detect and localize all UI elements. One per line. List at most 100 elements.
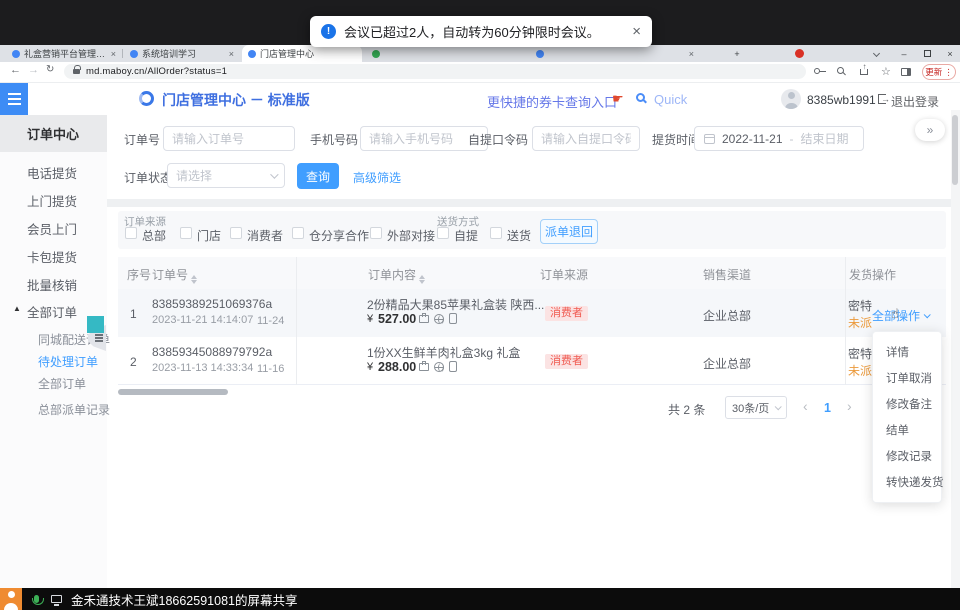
menu-item-edit-remark[interactable]: 修改备注 (873, 391, 941, 417)
sidebar-item-hq-dispatch-records[interactable]: 总部派单记录 (38, 401, 110, 418)
all-actions-dropdown[interactable]: 全部操作 (872, 307, 929, 324)
date-range-picker[interactable]: 2022-11-21 - 结束日期 (694, 126, 864, 151)
quick-entry-link[interactable]: 更快捷的券卡查询入口 (487, 92, 617, 111)
microphone-icon[interactable] (34, 595, 39, 603)
checkbox-consumer[interactable] (230, 227, 242, 239)
sidebar-item-batch-verify[interactable]: 批量核销 (27, 275, 77, 294)
dispatch-return-button[interactable]: 派单退回 (540, 219, 598, 244)
checkbox-store-label[interactable]: 门店 (197, 227, 221, 244)
sidebar-item-phone-pickup[interactable]: 电话提货 (27, 163, 77, 182)
toast-message: 会议已超过2人，自动转为60分钟限时会议。 (344, 22, 600, 41)
share-icon[interactable] (860, 69, 868, 75)
logout-icon[interactable] (878, 94, 886, 104)
order-no-input[interactable] (163, 126, 295, 151)
globe-icon[interactable] (434, 314, 444, 324)
password-key-icon[interactable] (814, 68, 820, 74)
next-page-icon[interactable]: › (847, 398, 852, 414)
quick-label[interactable]: Quick (654, 92, 687, 107)
tab-search-chevron-icon[interactable] (866, 45, 886, 62)
checkbox-warehouse-share-label[interactable]: 仓分享合作 (309, 227, 369, 244)
side-panel-icon[interactable] (901, 68, 911, 76)
sidebar-item-all-orders[interactable]: 全部订单 (38, 375, 86, 392)
pickup-code-input[interactable] (532, 126, 640, 151)
window-minimize-button[interactable]: – (894, 45, 914, 62)
tab-close-icon[interactable]: × (689, 49, 694, 59)
vertical-scrollbar-thumb[interactable] (952, 115, 958, 185)
back-icon[interactable]: ← (10, 64, 21, 76)
horizontal-scrollbar[interactable] (118, 389, 228, 395)
order-status-select[interactable]: 请选择 (167, 163, 285, 188)
printer-icon[interactable] (419, 363, 429, 371)
new-tab-button[interactable]: + (727, 45, 747, 62)
menu-item-express-ship[interactable]: 转快递发货 (873, 469, 941, 495)
source-badge: 消费者 (545, 306, 588, 321)
checkbox-store[interactable] (180, 227, 192, 239)
sort-icon[interactable] (191, 275, 197, 284)
search-button[interactable]: 查询 (297, 163, 339, 189)
sidebar-item-card-pickup[interactable]: 卡包提货 (27, 247, 77, 266)
checkbox-self-pickup[interactable] (437, 227, 449, 239)
pickup-code-label: 自提口令码 (468, 131, 528, 148)
row-index: 2 (130, 355, 137, 369)
browser-tab-1[interactable]: 礼盒营销平台管理中心 × (6, 45, 122, 62)
tab-close-icon[interactable]: × (111, 49, 116, 59)
checkbox-delivery-label[interactable]: 送货 (507, 227, 531, 244)
checkbox-delivery[interactable] (490, 227, 502, 239)
menu-item-cancel-order[interactable]: 订单取消 (873, 365, 941, 391)
refresh-icon[interactable]: ↻ (46, 64, 54, 75)
prev-page-icon[interactable]: ‹ (803, 398, 808, 414)
bookmark-star-icon[interactable]: ☆ (881, 65, 891, 78)
url-bar[interactable]: md.maboy.cn/AllOrder?status=1 (64, 64, 806, 79)
browser-tab-obscured-1[interactable] (366, 45, 524, 62)
printer-icon[interactable] (419, 315, 429, 323)
phone-label: 手机号码 (310, 131, 358, 148)
browser-tab-active[interactable]: 门店管理中心 (242, 45, 362, 62)
window-close-button[interactable]: × (940, 45, 960, 62)
phone-icon[interactable] (449, 361, 457, 372)
checkbox-external-label[interactable]: 外部对接 (387, 227, 435, 244)
forward-icon[interactable]: → (28, 64, 39, 76)
sidebar-group-all-orders[interactable]: 全部订单 (27, 302, 77, 321)
checkbox-consumer-label[interactable]: 消费者 (247, 227, 283, 244)
quick-search-icon[interactable] (636, 93, 645, 102)
sidebar-item-pending-orders[interactable]: 待处理订单 (38, 353, 98, 370)
checkbox-external[interactable] (370, 227, 382, 239)
sidebar-item-walkin-pickup[interactable]: 上门提货 (27, 191, 77, 210)
window-maximize-button[interactable] (917, 45, 937, 62)
floating-widget[interactable] (87, 316, 104, 333)
header-order-content[interactable]: 订单内容 (368, 266, 425, 284)
profile-badge[interactable] (795, 49, 804, 58)
browser-update-button[interactable]: 更新 ⋮ (922, 64, 956, 80)
globe-icon[interactable] (434, 362, 444, 372)
menu-item-close-order[interactable]: 结单 (873, 417, 941, 443)
zoom-icon[interactable] (837, 67, 844, 74)
checkbox-hq[interactable] (125, 227, 137, 239)
advanced-filter-link[interactable]: 高级筛选 (353, 169, 401, 186)
row-ship-line1: 密特 (848, 345, 872, 362)
user-avatar[interactable] (781, 89, 801, 109)
header-order-source: 订单来源 (540, 266, 588, 283)
header-order-no[interactable]: 订单号 (152, 266, 197, 284)
tab-close-icon[interactable]: × (229, 49, 234, 59)
sidebar-section-order-center[interactable]: 订单中心 (0, 115, 107, 152)
current-page[interactable]: 1 (824, 401, 831, 415)
browser-tab-2[interactable]: 系统培训学习 × (124, 45, 240, 62)
page-size-select[interactable]: 30条/页 (725, 396, 787, 419)
tab-separator (122, 49, 123, 58)
sort-icon[interactable] (419, 275, 425, 284)
checkbox-hq-label[interactable]: 总部 (142, 227, 166, 244)
hamburger-menu-button[interactable] (0, 83, 28, 115)
browser-tab-obscured-2[interactable]: × (530, 45, 700, 62)
toast-close-icon[interactable]: × (632, 23, 641, 40)
screen: 礼盒营销平台管理中心 × 系统培训学习 × 门店管理中心 × + – × ← →… (0, 0, 960, 610)
menu-item-edit-history[interactable]: 修改记录 (873, 443, 941, 469)
phone-icon[interactable] (449, 313, 457, 324)
checkbox-self-pickup-label[interactable]: 自提 (454, 227, 478, 244)
group-arrow-icon: ▲ (13, 304, 21, 313)
sidebar-item-member-visit[interactable]: 会员上门 (27, 219, 77, 238)
expand-filters-button[interactable]: » (915, 119, 945, 141)
menu-item-details[interactable]: 详情 (873, 339, 941, 365)
row-order-time: 2023-11-21 14:14:07 (152, 314, 253, 326)
logout-button[interactable]: 退出登录 (891, 93, 939, 110)
checkbox-warehouse-share[interactable] (292, 227, 304, 239)
